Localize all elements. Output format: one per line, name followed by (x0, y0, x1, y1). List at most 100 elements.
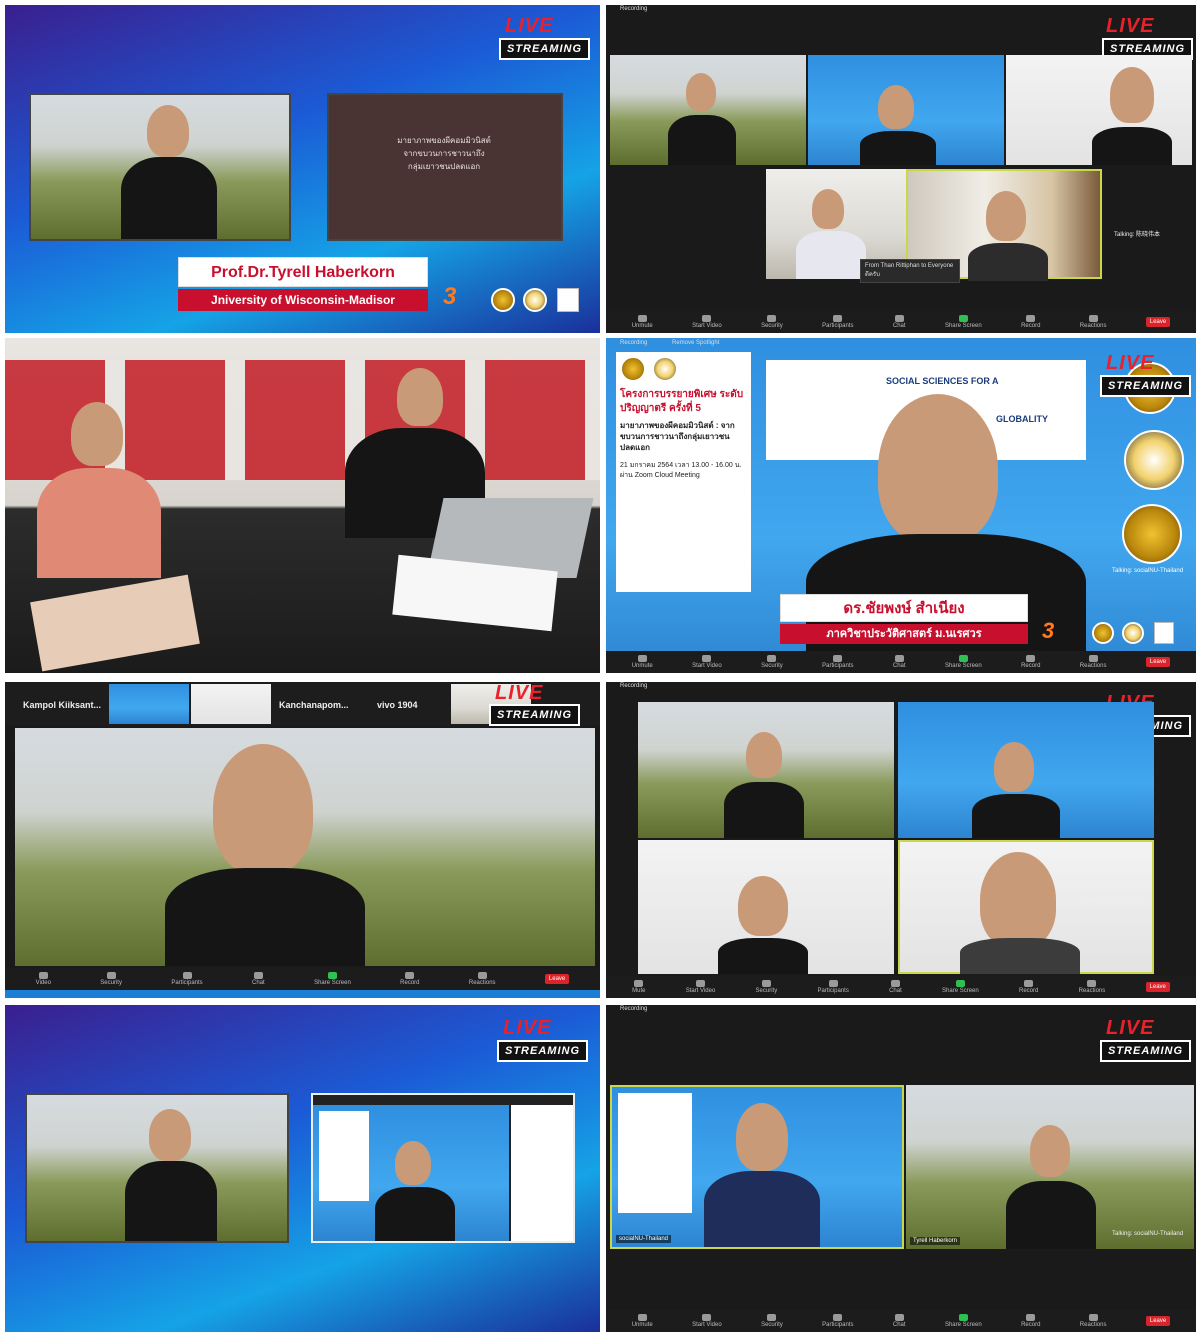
participant-body (1092, 127, 1172, 165)
video-button[interactable]: Video (36, 972, 51, 986)
toolbar-label: Record (1021, 1322, 1041, 1328)
live-logo: LIVE (1106, 352, 1155, 374)
record-button[interactable]: Record (400, 972, 420, 986)
panel-gallery-grid: Recording LIVE STREAMING Talking: Than R… (606, 682, 1196, 998)
share-screen-icon (958, 655, 968, 662)
chat-button[interactable]: Chat (889, 980, 902, 994)
chat-button[interactable]: Chat (252, 972, 265, 986)
video-tile-than: Talking: Than Rittiphan (898, 840, 1154, 974)
participant-body (968, 243, 1048, 281)
unmute-button[interactable]: Unmute (632, 315, 653, 329)
speaker-head (736, 1103, 788, 1171)
live-logo: LIVE (1106, 1017, 1155, 1039)
faculty-seal-logo (652, 356, 678, 382)
chat-notification[interactable]: From Than Rittiphan to Everyone ดีครับ (860, 259, 960, 283)
record-button[interactable]: Record (1019, 980, 1038, 994)
reactions-button[interactable]: Reactions (1080, 315, 1106, 329)
toolbar-label: Share Screen (942, 988, 979, 994)
recording-indicator: Recording (620, 683, 648, 689)
participants-button[interactable]: Participants (171, 972, 203, 986)
talking-indicator: Talking: socialNU-Thailand (1112, 568, 1184, 574)
slide-title: มายาภาพของผีคอมมิวนิสต์ จากขบวนการชาวนาถ… (359, 135, 529, 173)
security-button[interactable]: Security (761, 315, 783, 329)
shield-icon (761, 980, 771, 987)
mute-button[interactable]: Mute (632, 980, 645, 994)
leave-button[interactable]: Leave (1145, 1316, 1171, 1326)
unmute-button[interactable]: Unmute (632, 655, 653, 669)
people-icon (182, 972, 192, 979)
slide-line-1: มายาภาพของผีคอมมิวนิสต์ (397, 136, 491, 145)
toolbar-label: Share Screen (944, 663, 982, 669)
chat-button[interactable]: Chat (893, 1314, 906, 1328)
toolbar-label: Unmute (631, 1322, 653, 1328)
security-button[interactable]: Security (755, 980, 778, 994)
start-video-button[interactable]: Start Video (692, 1314, 722, 1328)
speaker-head (147, 105, 189, 157)
shield-icon (767, 315, 777, 322)
participant-body (724, 782, 804, 838)
hourglass-logo (557, 288, 579, 312)
reactions-button[interactable]: Reactions (1079, 655, 1107, 669)
chat-button[interactable]: Chat (893, 655, 906, 669)
participants-button[interactable]: Participants (822, 315, 854, 329)
toolbar-label: Security (755, 988, 778, 994)
participant-body (796, 231, 866, 279)
share-screen-button[interactable]: Share Screen (942, 980, 979, 994)
toolbar-label: Chat (892, 663, 906, 669)
leave-button[interactable]: Leave (544, 974, 570, 984)
record-button[interactable]: Record (1021, 315, 1040, 329)
participant-head (686, 73, 716, 111)
video-tile-participant-3 (1006, 55, 1192, 165)
speaker-body (704, 1171, 820, 1247)
share-screen-button[interactable]: Share Screen (945, 1314, 982, 1328)
record-icon (1026, 655, 1036, 662)
video-camera-icon (702, 1314, 712, 1321)
share-screen-button[interactable]: Share Screen (945, 655, 982, 669)
start-video-button[interactable]: Start Video (692, 315, 722, 329)
record-icon (405, 972, 415, 979)
video-tile-participant-3 (638, 840, 894, 974)
smiley-icon (1088, 1314, 1098, 1321)
microphone-icon (634, 980, 644, 987)
zoom-toolbar: Mute Start Video Security Participants C… (606, 976, 1196, 998)
leave-button[interactable]: Leave (1145, 657, 1171, 667)
share-screen-button[interactable]: Share Screen (314, 972, 351, 986)
start-video-button[interactable]: Start Video (692, 655, 722, 669)
share-screen-button[interactable]: Share Screen (945, 315, 982, 329)
speaker-dept-caption: ภาควิชาประวัติศาสตร์ ม.นเรศวร (780, 624, 1028, 644)
security-button[interactable]: Security (100, 972, 122, 986)
reactions-button[interactable]: Reactions (469, 972, 496, 986)
record-button[interactable]: Record (1021, 1314, 1040, 1328)
participants-button[interactable]: Participants (822, 1314, 854, 1328)
leave-button[interactable]: Leave (1145, 982, 1170, 992)
folder-on-table (30, 574, 200, 672)
remove-spotlight-button[interactable]: Remove Spotlight (672, 340, 719, 346)
toolbar-label: Record (1021, 663, 1041, 669)
recording-indicator: Recording (620, 1006, 648, 1012)
leave-button[interactable]: Leave (1145, 317, 1171, 327)
participants-button[interactable]: Participants (817, 980, 849, 994)
reactions-button[interactable]: Reactions (1079, 980, 1105, 994)
smiley-icon (1088, 655, 1098, 662)
start-video-button[interactable]: Start Video (686, 980, 715, 994)
slide-heading: SOCIAL SCIENCES FOR A (886, 376, 999, 386)
security-button[interactable]: Security (761, 655, 783, 669)
microphone-icon (637, 655, 647, 662)
participants-button[interactable]: Participants (822, 655, 854, 669)
slide-subheading: GLOBALITY (996, 414, 1048, 424)
record-button[interactable]: Record (1021, 655, 1040, 669)
chat-bubble-icon (890, 980, 900, 987)
video-camera-icon (702, 315, 712, 322)
chat-button[interactable]: Chat (893, 315, 906, 329)
speaker-body (121, 157, 217, 239)
reactions-button[interactable]: Reactions (1080, 1314, 1106, 1328)
toolbar-label: Reactions (1079, 663, 1107, 669)
security-button[interactable]: Security (761, 1314, 783, 1328)
video-tile-haberkorn (638, 702, 894, 838)
video-tile-haberkorn (610, 55, 806, 165)
video-tile-socialnu: socialNU-Thailand (610, 1085, 904, 1249)
poster-date: 21 มกราคม 2564 เวลา 13.00 - 16.00 น. ผ่า… (620, 462, 742, 479)
toolbar-label: Participants (171, 980, 203, 986)
live-logo: LIVE (1106, 15, 1155, 37)
unmute-button[interactable]: Unmute (632, 1314, 653, 1328)
